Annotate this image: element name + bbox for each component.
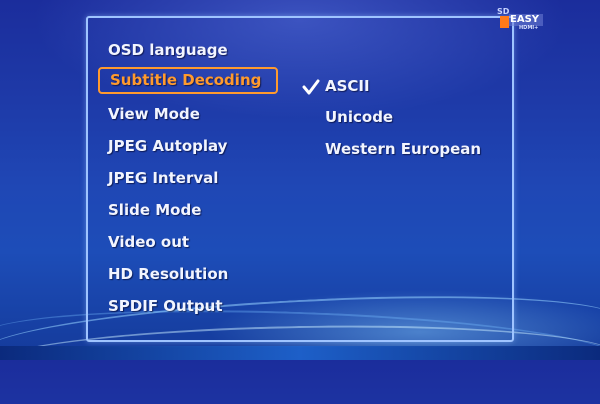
bottom-bar bbox=[0, 346, 600, 360]
logo-main-text: EASY bbox=[510, 14, 540, 25]
menu-item-hd-resolution[interactable]: HD Resolution bbox=[108, 262, 228, 286]
easy-hdmi-logo: SD EASY HDMI+ bbox=[497, 7, 555, 33]
option-unicode[interactable]: Unicode bbox=[325, 105, 393, 129]
menu-item-view-mode[interactable]: View Mode bbox=[108, 102, 200, 126]
menu-item-osd-language[interactable]: OSD language bbox=[108, 38, 228, 62]
logo-mark bbox=[500, 16, 509, 28]
option-western-european[interactable]: Western European bbox=[325, 137, 481, 161]
logo-top-text: SD bbox=[497, 7, 510, 16]
menu-item-jpeg-autoplay[interactable]: JPEG Autoplay bbox=[108, 134, 227, 158]
menu-item-spdif-output[interactable]: SPDIF Output bbox=[108, 294, 223, 318]
menu-item-jpeg-interval[interactable]: JPEG Interval bbox=[108, 166, 218, 190]
menu-item-subtitle-decoding[interactable]: Subtitle Decoding bbox=[98, 67, 278, 94]
menu-item-slide-mode[interactable]: Slide Mode bbox=[108, 198, 201, 222]
logo-sub-text: HDMI+ bbox=[519, 25, 539, 31]
menu-item-video-out[interactable]: Video out bbox=[108, 230, 189, 254]
option-ascii[interactable]: ASCII bbox=[325, 74, 370, 98]
check-icon bbox=[302, 79, 320, 95]
